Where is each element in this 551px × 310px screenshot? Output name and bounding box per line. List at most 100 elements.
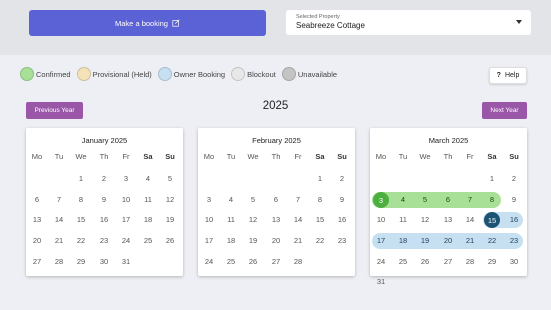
calendar-day[interactable]: 8 bbox=[70, 193, 92, 207]
calendar-day[interactable]: 21 bbox=[48, 234, 70, 248]
calendar-day[interactable]: 19 bbox=[159, 213, 181, 227]
calendar-day[interactable]: 30 bbox=[503, 255, 525, 269]
calendar-day[interactable]: 2 bbox=[503, 172, 525, 186]
calendar-day[interactable]: 6 bbox=[437, 193, 459, 207]
calendar-day[interactable]: 12 bbox=[159, 193, 181, 207]
next-year-button[interactable]: Next Year bbox=[482, 102, 527, 119]
calendar-day[interactable]: 24 bbox=[115, 234, 137, 248]
calendar-day[interactable]: 14 bbox=[48, 213, 70, 227]
calendar-day[interactable]: 20 bbox=[26, 234, 48, 248]
calendar-day[interactable]: 14 bbox=[459, 213, 481, 227]
calendar-day[interactable]: 17 bbox=[370, 234, 392, 248]
calendar-day[interactable]: 23 bbox=[331, 234, 353, 248]
calendar-day[interactable]: 12 bbox=[414, 213, 436, 227]
calendar-day[interactable]: 18 bbox=[220, 234, 242, 248]
calendar-day[interactable]: 21 bbox=[459, 234, 481, 248]
calendar-day[interactable]: 4 bbox=[392, 193, 414, 207]
weekday-header: Sa bbox=[143, 152, 153, 161]
calendar-day[interactable]: 24 bbox=[370, 255, 392, 269]
weekday-header: Sa bbox=[315, 152, 325, 161]
calendar-day[interactable]: 20 bbox=[265, 234, 287, 248]
calendar-day[interactable]: 2 bbox=[93, 172, 115, 186]
calendar-day[interactable]: 29 bbox=[481, 255, 503, 269]
calendar-day[interactable]: 23 bbox=[93, 234, 115, 248]
booking-start-day[interactable]: 3 bbox=[373, 192, 389, 208]
calendar-day[interactable]: 25 bbox=[392, 255, 414, 269]
calendar-day[interactable]: 5 bbox=[242, 193, 264, 207]
calendar-day[interactable]: 22 bbox=[481, 234, 503, 248]
calendar-day[interactable]: 2 bbox=[331, 172, 353, 186]
calendar-day[interactable]: 28 bbox=[287, 255, 309, 269]
calendar-day[interactable]: 9 bbox=[93, 193, 115, 207]
calendar-day[interactable]: 17 bbox=[198, 234, 220, 248]
calendar-day[interactable]: 26 bbox=[159, 234, 181, 248]
calendar-day[interactable]: 18 bbox=[137, 213, 159, 227]
calendar-day[interactable]: 3 bbox=[198, 193, 220, 207]
property-select[interactable]: Selected Property Seabreeze Cottage bbox=[286, 10, 531, 35]
calendar-day[interactable]: 10 bbox=[198, 213, 220, 227]
calendar-day[interactable]: 27 bbox=[265, 255, 287, 269]
calendar-day[interactable]: 24 bbox=[198, 255, 220, 269]
calendar-day[interactable]: 25 bbox=[137, 234, 159, 248]
today-marker[interactable]: 15 bbox=[484, 212, 500, 228]
make-booking-button[interactable]: Make a booking bbox=[29, 10, 266, 36]
calendar-day[interactable]: 23 bbox=[503, 234, 525, 248]
calendar-day[interactable]: 1 bbox=[70, 172, 92, 186]
calendar-day[interactable]: 1 bbox=[481, 172, 503, 186]
calendar-day[interactable]: 8 bbox=[481, 193, 503, 207]
calendar-day[interactable]: 25 bbox=[220, 255, 242, 269]
calendar-day[interactable]: 30 bbox=[93, 255, 115, 269]
calendar-day[interactable]: 12 bbox=[242, 213, 264, 227]
calendar-day[interactable]: 7 bbox=[48, 193, 70, 207]
calendar-day[interactable]: 6 bbox=[265, 193, 287, 207]
calendar-day[interactable]: 4 bbox=[220, 193, 242, 207]
weekday-header: Mo bbox=[31, 152, 43, 161]
calendar-day[interactable]: 18 bbox=[392, 234, 414, 248]
calendar-day[interactable]: 11 bbox=[392, 213, 414, 227]
calendar-day[interactable]: 9 bbox=[331, 193, 353, 207]
calendar-day[interactable]: 22 bbox=[309, 234, 331, 248]
calendar-day[interactable]: 8 bbox=[309, 193, 331, 207]
calendar-day[interactable]: 3 bbox=[115, 172, 137, 186]
calendar-day[interactable]: 10 bbox=[370, 213, 392, 227]
calendar-day[interactable]: 20 bbox=[437, 234, 459, 248]
calendar-day[interactable]: 15 bbox=[309, 213, 331, 227]
calendar-day[interactable]: 15 bbox=[70, 213, 92, 227]
calendar-day[interactable]: 31 bbox=[115, 255, 137, 269]
calendar-day[interactable]: 28 bbox=[459, 255, 481, 269]
calendar-day[interactable]: 9 bbox=[503, 193, 525, 207]
calendar-day[interactable]: 11 bbox=[220, 213, 242, 227]
calendar-day[interactable]: 27 bbox=[437, 255, 459, 269]
property-select-value: Seabreeze Cottage bbox=[296, 21, 365, 30]
calendar-day[interactable]: 6 bbox=[26, 193, 48, 207]
calendar-day[interactable]: 16 bbox=[331, 213, 353, 227]
calendar-day[interactable]: 4 bbox=[137, 172, 159, 186]
calendar-day[interactable]: 19 bbox=[414, 234, 436, 248]
calendar-day[interactable]: 27 bbox=[26, 255, 48, 269]
booking-legend: Confirmed Provisional (Held) Owner Booking… bbox=[20, 67, 343, 81]
calendar-day[interactable]: 16 bbox=[503, 213, 525, 227]
calendar-day[interactable]: 7 bbox=[459, 193, 481, 207]
calendar-day[interactable]: 11 bbox=[137, 193, 159, 207]
calendar-day[interactable]: 13 bbox=[26, 213, 48, 227]
calendar-day[interactable]: 17 bbox=[115, 213, 137, 227]
calendar-day[interactable]: 5 bbox=[159, 172, 181, 186]
help-button[interactable]: ? Help bbox=[489, 67, 527, 84]
calendar-day[interactable]: 21 bbox=[287, 234, 309, 248]
calendar-day[interactable]: 26 bbox=[414, 255, 436, 269]
calendar-day[interactable]: 28 bbox=[48, 255, 70, 269]
calendar-day[interactable]: 14 bbox=[287, 213, 309, 227]
calendar-day[interactable]: 7 bbox=[287, 193, 309, 207]
calendar-day[interactable]: 22 bbox=[70, 234, 92, 248]
calendar-day[interactable]: 5 bbox=[414, 193, 436, 207]
calendar-day[interactable]: 13 bbox=[265, 213, 287, 227]
calendar-day[interactable]: 1 bbox=[309, 172, 331, 186]
weekday-header: Fr bbox=[466, 152, 474, 161]
calendar-day[interactable]: 10 bbox=[115, 193, 137, 207]
calendar-day[interactable]: 16 bbox=[93, 213, 115, 227]
calendar-day[interactable]: 29 bbox=[70, 255, 92, 269]
calendar-day[interactable]: 31 bbox=[370, 275, 392, 289]
calendar-day[interactable]: 19 bbox=[242, 234, 264, 248]
calendar-day[interactable]: 13 bbox=[437, 213, 459, 227]
calendar-day[interactable]: 26 bbox=[242, 255, 264, 269]
